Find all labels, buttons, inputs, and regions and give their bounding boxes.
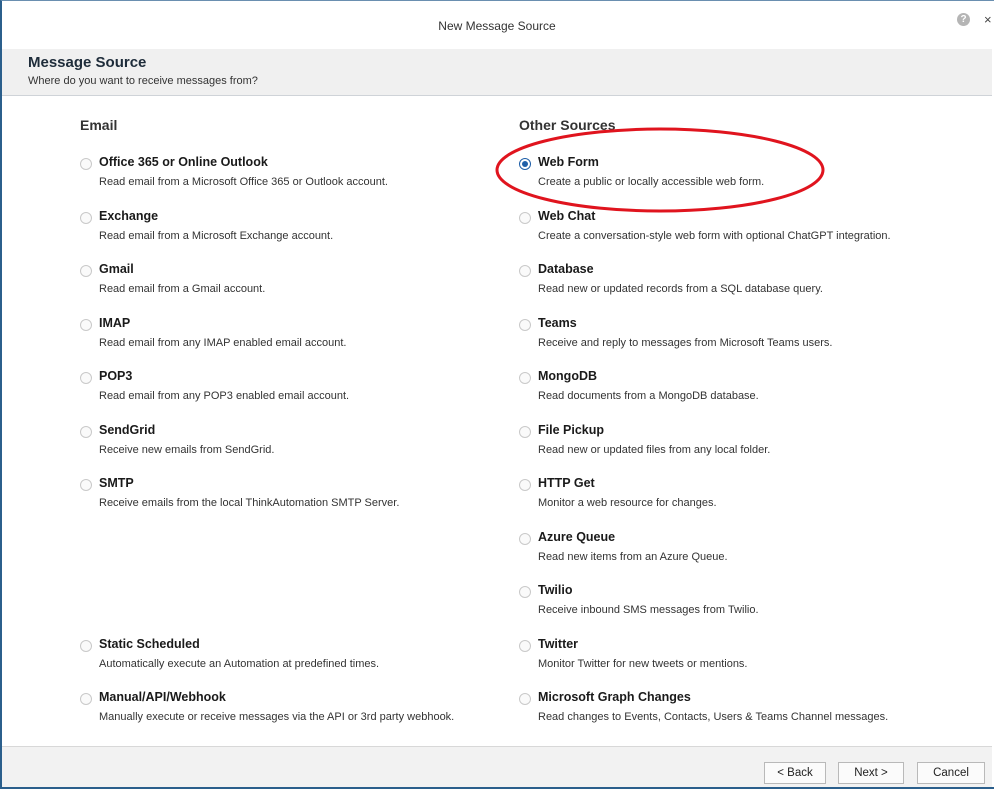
radio-button[interactable] [519,212,531,224]
radio-button[interactable] [519,372,531,384]
window-title: New Message Source [438,19,556,33]
source-option-label: Web Chat [538,209,596,223]
source-option-description: Read documents from a MongoDB database. [538,390,759,402]
radio-button[interactable] [80,372,92,384]
page-subtitle: Where do you want to receive messages fr… [28,75,258,87]
source-option-label: Azure Queue [538,530,616,544]
source-option-description: Automatically execute an Automation at p… [99,658,380,670]
source-option-twitter[interactable]: Twitter Monitor Twitter for new tweets or… [519,637,939,677]
source-option-label: Gmail [99,262,134,276]
source-option-description: Receive new emails from SendGrid. [99,444,275,456]
help-icon[interactable]: ? [957,13,970,26]
source-option-exchange[interactable]: Exchange Read email from a Microsoft Exch… [80,209,500,249]
source-option-database[interactable]: Database Read new or updated records from… [519,262,939,302]
radio-button[interactable] [80,640,92,652]
source-option-description: Read email from a Microsoft Office 365 o… [99,176,388,188]
source-option-smtp[interactable]: SMTP Receive emails from the local ThinkA… [80,476,500,516]
radio-button[interactable] [519,319,531,331]
back-button[interactable]: < Back [764,762,826,784]
source-option-label: SMTP [99,476,134,490]
radio-button[interactable] [80,158,92,170]
radio-button[interactable] [80,319,92,331]
source-option-label: Exchange [99,209,159,223]
source-option-description: Read email from any IMAP enabled email a… [99,337,347,349]
next-button[interactable]: Next > [838,762,904,784]
source-option-label: Manual/API/Webhook [99,690,226,704]
radio-button[interactable] [80,479,92,491]
source-option-description: Read new or updated files from any local… [538,444,771,456]
source-option-gmail[interactable]: Gmail Read email from a Gmail account. [80,262,500,302]
title-bar: New Message Source ? × [2,1,992,49]
radio-button[interactable] [80,693,92,705]
source-option-web-chat[interactable]: Web Chat Create a conversation-style web … [519,209,939,249]
source-option-label: POP3 [99,369,133,383]
source-option-description: Read changes to Events, Contacts, Users … [538,711,889,723]
source-option-label: Teams [538,316,577,330]
source-option-web-form[interactable]: Web Form Create a public or locally acces… [519,155,939,195]
source-option-teams[interactable]: Teams Receive and reply to messages from … [519,316,939,356]
radio-button[interactable] [519,479,531,491]
source-option-imap[interactable]: IMAP Read email from any IMAP enabled ema… [80,316,500,356]
radio-button[interactable] [519,693,531,705]
source-option-description: Manually execute or receive messages via… [99,711,455,723]
source-option-http-get[interactable]: HTTP Get Monitor a web resource for chang… [519,476,939,516]
source-option-label: Database [538,262,594,276]
source-option-pop3[interactable]: POP3 Read email from any POP3 enabled ema… [80,369,500,409]
source-option-label: IMAP [99,316,131,330]
cancel-button[interactable]: Cancel [917,762,985,784]
radio-button[interactable] [519,265,531,277]
radio-button[interactable] [80,212,92,224]
close-icon[interactable]: × [984,12,992,27]
other-sources-column-title: Other Sources [519,117,616,133]
source-option-label: HTTP Get [538,476,595,490]
radio-button[interactable] [519,640,531,652]
source-option-label: Office 365 or Online Outlook [99,155,268,169]
source-option-twilio[interactable]: Twilio Receive inbound SMS messages from … [519,583,939,623]
source-option-description: Read new items from an Azure Queue. [538,551,728,563]
source-option-label: SendGrid [99,423,156,437]
source-option-description: Read email from a Microsoft Exchange acc… [99,230,334,242]
source-option-label: Microsoft Graph Changes [538,690,691,704]
source-option-microsoft-graph-changes[interactable]: Microsoft Graph Changes Read changes to E… [519,690,939,730]
radio-button[interactable] [519,533,531,545]
email-column-title: Email [80,117,118,133]
source-option-description: Receive inbound SMS messages from Twilio… [538,604,759,616]
source-option-description: Monitor a web resource for changes. [538,497,717,509]
source-option-label: Twitter [538,637,579,651]
source-option-description: Receive and reply to messages from Micro… [538,337,833,349]
radio-button[interactable] [80,265,92,277]
radio-button[interactable] [519,426,531,438]
source-option-description: Monitor Twitter for new tweets or mentio… [538,658,748,670]
source-option-manual-api-webhook[interactable]: Manual/API/Webhook Manually execute or re… [80,690,500,730]
page-header: Message Source Where do you want to rece… [2,49,992,96]
source-option-azure-queue[interactable]: Azure Queue Read new items from an Azure … [519,530,939,570]
source-option-description: Read email from a Gmail account. [99,283,266,295]
source-option-label: File Pickup [538,423,604,437]
source-option-label: MongoDB [538,369,598,383]
radio-button[interactable] [519,158,531,170]
source-option-description: Create a conversation-style web form wit… [538,230,891,242]
source-option-file-pickup[interactable]: File Pickup Read new or updated files fro… [519,423,939,463]
radio-button[interactable] [519,586,531,598]
source-option-label: Static Scheduled [99,637,200,651]
source-option-sendgrid[interactable]: SendGrid Receive new emails from SendGrid… [80,423,500,463]
source-option-office-365-or-online-outlook[interactable]: Office 365 or Online Outlook Read email f… [80,155,500,195]
page-title: Message Source [28,54,147,71]
source-option-description: Read new or updated records from a SQL d… [538,283,823,295]
source-option-description: Receive emails from the local ThinkAutom… [99,497,400,509]
radio-button[interactable] [80,426,92,438]
source-option-description: Read email from any POP3 enabled email a… [99,390,350,402]
source-option-label: Web Form [538,155,599,169]
source-option-static-scheduled[interactable]: Static Scheduled Automatically execute an… [80,637,500,677]
source-option-label: Twilio [538,583,573,597]
source-option-description: Create a public or locally accessible we… [538,176,765,188]
source-option-mongodb[interactable]: MongoDB Read documents from a MongoDB dat… [519,369,939,409]
